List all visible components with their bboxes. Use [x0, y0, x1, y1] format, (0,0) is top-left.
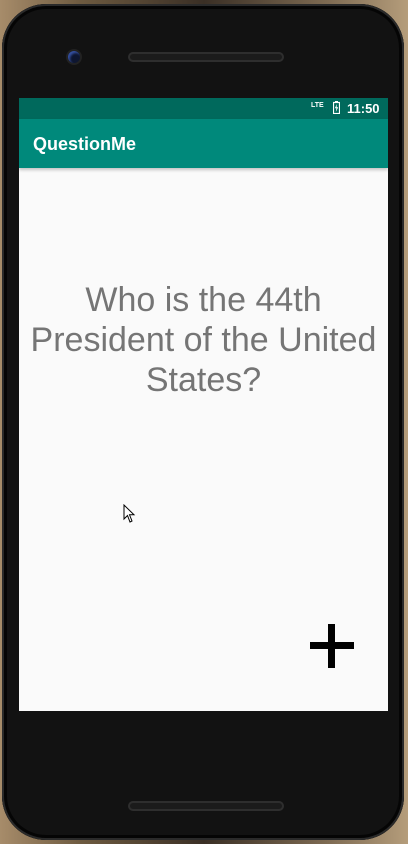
top-speaker-grille: [128, 52, 284, 62]
front-camera: [68, 51, 80, 63]
add-question-button[interactable]: [304, 618, 360, 674]
mouse-cursor-icon: [123, 504, 136, 523]
status-bar: LTE 11:50: [19, 98, 388, 119]
network-indicator: LTE: [311, 102, 324, 109]
app-title: QuestionMe: [33, 134, 137, 154]
plus-icon: [310, 624, 354, 668]
question-text: Who is the 44th President of the United …: [30, 281, 377, 399]
app-bar: QuestionMe: [19, 119, 388, 168]
bottom-speaker-grille: [128, 801, 284, 811]
battery-charging-icon: [333, 101, 340, 114]
app-screen: LTE 11:50 QuestionMe Who is the 44th Pre…: [19, 98, 388, 711]
status-time: 11:50: [347, 101, 380, 116]
